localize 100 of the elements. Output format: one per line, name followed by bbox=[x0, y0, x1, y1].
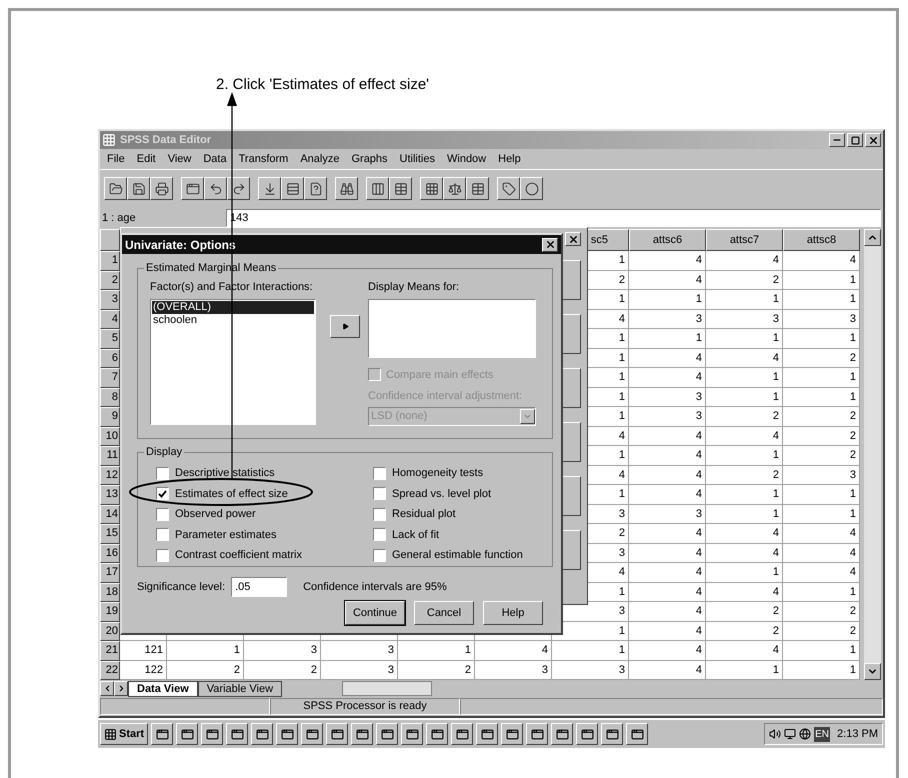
toolbar-button[interactable] bbox=[127, 177, 150, 200]
dialog-button[interactable]: Help bbox=[483, 601, 543, 625]
row-header[interactable]: 4 bbox=[100, 310, 120, 329]
column-header[interactable]: attsc6 bbox=[629, 229, 706, 251]
row-header[interactable]: 5 bbox=[100, 329, 120, 348]
scroll-up-button[interactable] bbox=[864, 229, 881, 246]
taskbar-button[interactable] bbox=[426, 723, 448, 745]
checkbox[interactable] bbox=[156, 466, 169, 480]
list-item[interactable]: (OVERALL) bbox=[152, 300, 314, 314]
toolbar-button[interactable] bbox=[443, 177, 466, 200]
scroll-down-button[interactable] bbox=[864, 663, 881, 680]
checkbox[interactable] bbox=[373, 508, 386, 521]
menu-item[interactable]: Data bbox=[198, 150, 232, 168]
taskbar-button[interactable] bbox=[176, 723, 198, 745]
row-header[interactable]: 18 bbox=[100, 582, 120, 602]
taskbar-button[interactable] bbox=[326, 723, 348, 745]
toolbar-button[interactable] bbox=[227, 177, 250, 200]
minimize-button[interactable] bbox=[829, 133, 845, 147]
toolbar-button[interactable] bbox=[466, 177, 489, 200]
close-button[interactable] bbox=[865, 133, 881, 147]
toolbar-button[interactable] bbox=[389, 177, 412, 200]
dialog-button[interactable]: Cancel bbox=[414, 601, 474, 625]
row-header[interactable]: 16 bbox=[100, 544, 120, 563]
display-means-list[interactable] bbox=[368, 298, 536, 358]
menu-item[interactable]: Help bbox=[493, 150, 526, 168]
row-header[interactable]: 11 bbox=[100, 446, 120, 466]
checkbox[interactable] bbox=[156, 487, 169, 500]
horizontal-scrollbar[interactable] bbox=[342, 681, 432, 696]
row-header[interactable]: 2 bbox=[100, 270, 120, 290]
toolbar-button[interactable] bbox=[335, 177, 358, 200]
toolbar-button[interactable] bbox=[304, 177, 327, 200]
checkbox[interactable] bbox=[156, 548, 169, 562]
significance-field[interactable]: .05 bbox=[231, 577, 288, 597]
row-header[interactable]: 13 bbox=[100, 485, 120, 504]
menu-item[interactable]: Transform bbox=[234, 150, 294, 168]
taskbar-button[interactable] bbox=[476, 723, 498, 745]
taskbar-button[interactable] bbox=[526, 723, 548, 745]
toolbar-button[interactable] bbox=[497, 177, 520, 200]
toolbar-button[interactable] bbox=[366, 177, 389, 200]
taskbar-button[interactable] bbox=[376, 723, 398, 745]
taskbar-button[interactable] bbox=[201, 723, 224, 745]
taskbar-button[interactable] bbox=[626, 723, 648, 745]
taskbar-button[interactable] bbox=[576, 723, 598, 745]
taskbar-button[interactable] bbox=[551, 723, 574, 745]
list-item[interactable]: schoolen bbox=[152, 314, 314, 326]
row-header[interactable]: 17 bbox=[100, 563, 120, 582]
taskbar-button[interactable] bbox=[351, 723, 374, 745]
menu-item[interactable]: Utilities bbox=[394, 150, 440, 168]
column-header[interactable]: attsc8 bbox=[783, 229, 860, 251]
row-header[interactable]: 3 bbox=[100, 290, 120, 310]
toolbar-button[interactable] bbox=[150, 177, 173, 200]
taskbar-button[interactable] bbox=[601, 723, 624, 745]
toolbar-button[interactable] bbox=[204, 177, 227, 200]
row-header[interactable]: 20 bbox=[100, 622, 120, 641]
maximize-button[interactable] bbox=[847, 133, 863, 147]
checkbox[interactable] bbox=[373, 548, 386, 562]
row-header[interactable]: 15 bbox=[100, 524, 120, 544]
close-button[interactable] bbox=[565, 232, 581, 246]
close-button[interactable] bbox=[542, 238, 558, 252]
taskbar-button[interactable] bbox=[226, 723, 248, 745]
tab-scroll-right[interactable] bbox=[114, 681, 128, 696]
taskbar-button[interactable] bbox=[251, 723, 274, 745]
checkbox[interactable] bbox=[373, 466, 386, 480]
taskbar-button[interactable] bbox=[301, 723, 324, 745]
checkbox[interactable] bbox=[373, 528, 386, 542]
row-header[interactable]: 22 bbox=[100, 660, 120, 680]
row-header[interactable]: 10 bbox=[100, 426, 120, 446]
row-header[interactable]: 9 bbox=[100, 407, 120, 426]
menu-item[interactable]: Analyze bbox=[295, 150, 344, 168]
taskbar-button[interactable] bbox=[276, 723, 298, 745]
row-header[interactable]: 19 bbox=[100, 602, 120, 622]
column-header[interactable]: attsc7 bbox=[706, 229, 783, 251]
move-right-button[interactable] bbox=[330, 315, 360, 338]
start-button[interactable]: Start bbox=[100, 723, 148, 745]
row-header[interactable]: 21 bbox=[100, 641, 120, 660]
menu-item[interactable]: File bbox=[102, 150, 130, 168]
row-header[interactable]: 14 bbox=[100, 504, 120, 524]
row-header[interactable]: 12 bbox=[100, 466, 120, 485]
sheet-tab[interactable]: Variable View bbox=[198, 680, 282, 696]
toolbar-button[interactable] bbox=[258, 177, 281, 200]
sheet-tab[interactable]: Data View bbox=[128, 680, 198, 696]
toolbar-button[interactable] bbox=[281, 177, 304, 200]
menu-item[interactable]: View bbox=[162, 150, 196, 168]
toolbar-button[interactable] bbox=[520, 177, 543, 200]
taskbar-button[interactable] bbox=[151, 723, 174, 745]
row-header[interactable]: 8 bbox=[100, 388, 120, 407]
toolbar-button[interactable] bbox=[181, 177, 204, 200]
taskbar-button[interactable] bbox=[451, 723, 474, 745]
tab-scroll-left[interactable] bbox=[100, 681, 114, 696]
taskbar-button[interactable] bbox=[501, 723, 524, 745]
checkbox[interactable] bbox=[156, 508, 169, 521]
row-header[interactable]: 1 bbox=[100, 251, 120, 270]
menu-item[interactable]: Window bbox=[442, 150, 492, 168]
dialog-button[interactable]: Continue bbox=[345, 601, 405, 625]
toolbar-button[interactable] bbox=[104, 177, 127, 200]
taskbar-button[interactable] bbox=[401, 723, 424, 745]
menu-item[interactable]: Edit bbox=[132, 150, 161, 168]
language-indicator[interactable]: EN bbox=[814, 726, 830, 742]
row-header[interactable]: 6 bbox=[100, 348, 120, 368]
menu-item[interactable]: Graphs bbox=[346, 150, 393, 168]
